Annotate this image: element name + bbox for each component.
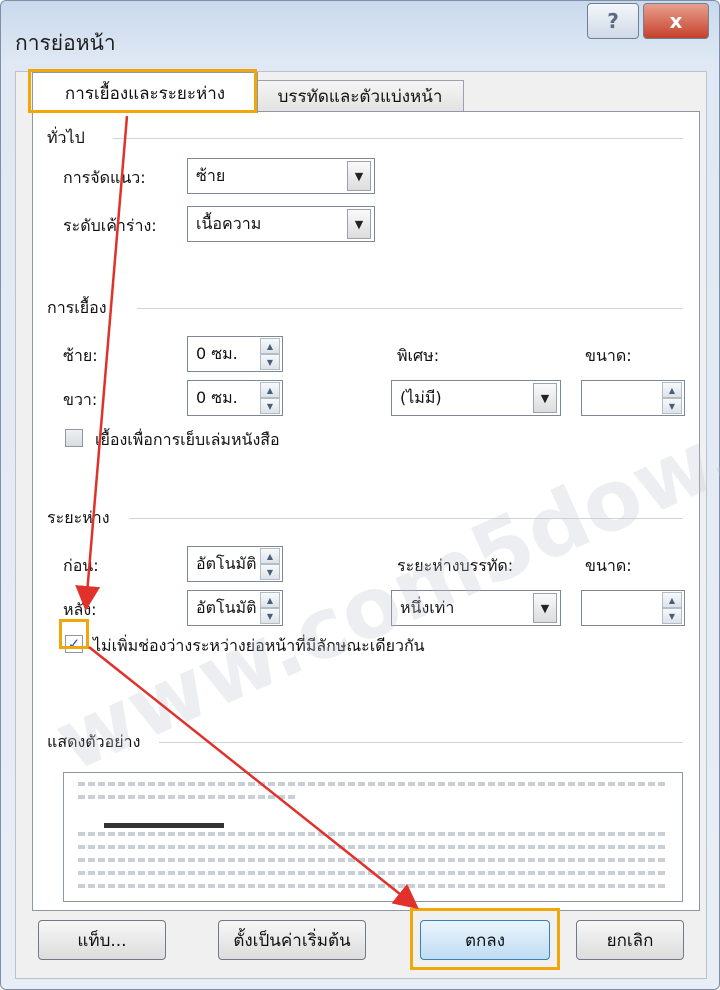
indent-left-spinner[interactable]: 0 ซม. ▲ ▼ xyxy=(187,336,283,372)
alignment-label: การจัดแนว: xyxy=(63,168,146,187)
general-separator xyxy=(113,138,683,139)
preview-line xyxy=(78,858,668,862)
title-bar: การย่อหน้า ? x xyxy=(1,1,719,73)
line-spacing-select[interactable]: หนึ่งเท่า ▼ xyxy=(391,590,561,626)
close-button[interactable]: x xyxy=(643,3,709,39)
spin-down-icon[interactable]: ▼ xyxy=(662,398,682,414)
alignment-value: ซ้าย xyxy=(196,165,226,185)
cancel-button[interactable]: ยกเลิก xyxy=(576,920,684,960)
spin-up-icon[interactable]: ▲ xyxy=(260,592,280,608)
indent-left-value: 0 ซม. xyxy=(196,343,238,363)
preview-box xyxy=(63,772,683,902)
preview-line xyxy=(78,782,668,786)
dialog-body: การเยื้องและระยะห่าง บรรทัดและตัวแบ่งหน้… xyxy=(15,69,707,979)
spin-up-icon[interactable]: ▲ xyxy=(260,338,280,354)
preview-section-title: แสดงตัวอย่าง xyxy=(47,732,141,751)
space-after-spinner[interactable]: อัตโนมัติ ▲ ▼ xyxy=(187,590,283,626)
line-spacing-at-spinner[interactable]: ▲ ▼ xyxy=(581,590,685,626)
line-spacing-label: ระยะห่างบรรทัด: xyxy=(397,556,514,575)
indent-left-label: ซ้าย: xyxy=(63,346,98,365)
chevron-down-icon[interactable]: ▼ xyxy=(533,593,557,623)
special-indent-value: (ไม่มี) xyxy=(400,387,442,407)
general-section-title: ทั่วไป xyxy=(47,128,85,147)
spin-up-icon[interactable]: ▲ xyxy=(260,382,280,398)
space-before-label: ก่อน: xyxy=(63,556,99,575)
special-indent-label: พิเศษ: xyxy=(397,346,440,365)
tab-indents-and-spacing[interactable]: การเยื้องและระยะห่าง xyxy=(32,72,258,113)
help-button[interactable]: ? xyxy=(587,3,639,39)
dialog-title: การย่อหน้า xyxy=(15,31,116,55)
chevron-down-icon[interactable]: ▼ xyxy=(533,383,557,413)
ok-highlight-box xyxy=(410,908,560,970)
outline-level-value: เนื้อความ xyxy=(196,213,262,233)
tab-panel: ทั่วไป การจัดแนว: ซ้าย ▼ ระดับเค้าร่าง: … xyxy=(32,111,700,911)
preview-line xyxy=(78,871,668,875)
indent-by-spinner[interactable]: ▲ ▼ xyxy=(581,380,685,416)
preview-sample-text xyxy=(104,823,224,828)
space-after-value: อัตโนมัติ xyxy=(196,597,257,617)
indent-right-value: 0 ซม. xyxy=(196,387,238,407)
alignment-select[interactable]: ซ้าย ▼ xyxy=(187,158,375,194)
outline-level-select[interactable]: เนื้อความ ▼ xyxy=(187,206,375,242)
mirror-indents-checkbox[interactable] xyxy=(65,429,83,447)
spin-down-icon[interactable]: ▼ xyxy=(260,398,280,414)
spacing-separator xyxy=(129,518,683,519)
set-as-default-button[interactable]: ตั้งเป็นค่าเริ่มต้น xyxy=(218,920,366,960)
dont-add-space-label: ไม่เพิ่มช่องว่างระหว่างย่อหน้าที่มีลักษณ… xyxy=(93,636,425,655)
dialog-window: การย่อหน้า ? x การเยื้องและระยะห่าง บรรท… xyxy=(0,0,720,990)
indent-right-label: ขวา: xyxy=(63,390,98,409)
spin-up-icon[interactable]: ▲ xyxy=(260,548,280,564)
tabs-button[interactable]: แท็บ... xyxy=(38,920,166,960)
preview-line xyxy=(78,845,668,849)
preview-line xyxy=(78,832,668,836)
checkbox-highlight-box xyxy=(59,619,89,649)
spacing-section-title: ระยะห่าง xyxy=(47,508,110,527)
line-spacing-at-label: ขนาด: xyxy=(585,556,632,575)
chevron-down-icon[interactable]: ▼ xyxy=(347,161,371,191)
spin-down-icon[interactable]: ▼ xyxy=(260,608,280,624)
chevron-down-icon[interactable]: ▼ xyxy=(347,209,371,239)
mirror-indents-label: เยื้องเพื่อการเย็บเล่มหนังสือ xyxy=(95,430,280,449)
spin-up-icon[interactable]: ▲ xyxy=(662,382,682,398)
indent-section-title: การเยื้อง xyxy=(47,298,107,317)
spin-down-icon[interactable]: ▼ xyxy=(260,564,280,580)
indent-by-label: ขนาด: xyxy=(585,346,632,365)
indent-right-spinner[interactable]: 0 ซม. ▲ ▼ xyxy=(187,380,283,416)
space-before-spinner[interactable]: อัตโนมัติ ▲ ▼ xyxy=(187,546,283,582)
spin-down-icon[interactable]: ▼ xyxy=(260,354,280,370)
spin-down-icon[interactable]: ▼ xyxy=(662,608,682,624)
space-before-value: อัตโนมัติ xyxy=(196,553,257,573)
indent-separator xyxy=(137,308,683,309)
preview-line xyxy=(78,884,668,888)
line-spacing-value: หนึ่งเท่า xyxy=(400,597,455,617)
preview-separator xyxy=(159,742,683,743)
tab-line-and-page-breaks[interactable]: บรรทัดและตัวแบ่งหน้า xyxy=(256,80,464,112)
special-indent-select[interactable]: (ไม่มี) ▼ xyxy=(391,380,561,416)
spin-up-icon[interactable]: ▲ xyxy=(662,592,682,608)
outline-level-label: ระดับเค้าร่าง: xyxy=(63,216,157,235)
